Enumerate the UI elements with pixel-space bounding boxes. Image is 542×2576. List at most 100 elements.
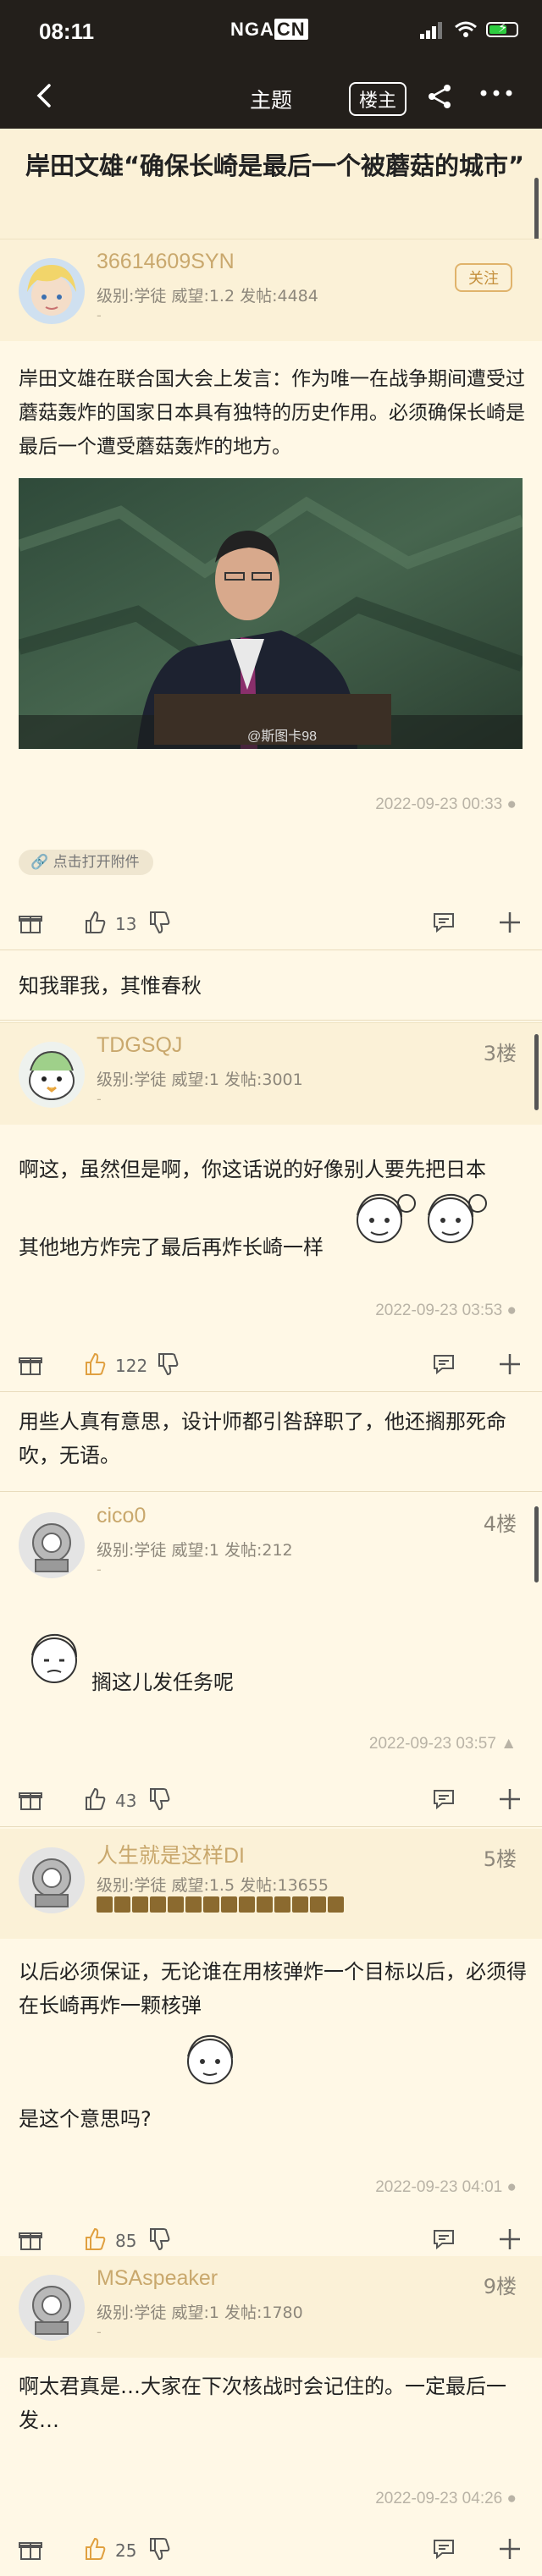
user-signature: - — [97, 1091, 102, 1107]
gift-icon[interactable] — [19, 2227, 42, 2251]
signal-icon — [420, 22, 442, 39]
plus-icon[interactable] — [498, 2537, 522, 2561]
post-text: 是这个意思吗? — [19, 2107, 152, 2131]
like-count: 85 — [115, 2231, 137, 2251]
like-count: 122 — [115, 1356, 148, 1376]
comment-icon[interactable] — [432, 2537, 456, 2561]
user-meta: 级别:学徒 威望:1 发帖:3001 — [97, 1071, 303, 1089]
post4-action-row: 43 — [0, 1774, 542, 1826]
more-icon[interactable] — [479, 89, 513, 97]
timestamp-text: 2022-09-23 03:53 — [375, 1302, 503, 1319]
apple-device-icon: ● — [506, 1302, 517, 1319]
image-watermark: @斯图卡98 — [247, 729, 317, 744]
plus-icon[interactable] — [498, 2227, 522, 2251]
post9-action-row: 25 — [0, 2524, 542, 2576]
user-signature: - — [97, 2324, 102, 2340]
comment-icon[interactable] — [432, 911, 456, 934]
sticker-image — [187, 2034, 233, 2084]
scrollbar[interactable] — [534, 1506, 539, 1582]
comment-icon[interactable] — [432, 1787, 456, 1811]
thread-title: 岸田文雄“确保长崎是最后一个被蘑菇的城市” — [25, 151, 525, 180]
plus-icon[interactable] — [498, 1787, 522, 1811]
thumbs-up-icon[interactable] — [83, 1787, 107, 1811]
paperclip-icon: 🔗 — [30, 854, 49, 871]
thumbs-down-icon[interactable] — [147, 911, 171, 934]
avatar[interactable] — [19, 1847, 85, 1913]
post-image[interactable]: @斯图卡98 — [19, 478, 523, 749]
status-bar: 08:11 NGA CN ⚡ — [0, 0, 542, 63]
thumbs-down-icon[interactable] — [147, 2227, 171, 2251]
username[interactable]: cico0 — [97, 1504, 146, 1528]
comment-icon[interactable] — [432, 1352, 456, 1376]
post3-action-row: 122 — [0, 1339, 542, 1391]
plus-icon[interactable] — [498, 1352, 522, 1376]
user-meta: 级别:学徒 威望:1 发帖:212 — [97, 1541, 293, 1560]
brand-cn: CN — [274, 19, 308, 40]
avatar[interactable] — [19, 2275, 85, 2341]
gift-icon[interactable] — [19, 1787, 42, 1811]
thumbs-up-icon-active[interactable] — [83, 1352, 107, 1376]
gift-icon[interactable] — [19, 1352, 42, 1376]
post-text: 以后必须保证，无论谁在用核弹炸一个目标以后，必须得在长崎再炸一颗核弹 — [19, 1960, 527, 2017]
avatar[interactable] — [19, 1042, 85, 1108]
post-timestamp: 2022-09-23 04:26 ● — [375, 2490, 517, 2508]
comment-text: 知我罪我，其惟春秋 — [19, 974, 202, 998]
post3-author-row: TDGSQJ 级别:学徒 威望:1 发帖:3001 - 3楼 — [0, 1022, 542, 1125]
floor-number: 9楼 — [483, 2275, 517, 2298]
thumbs-down-icon[interactable] — [156, 1352, 180, 1376]
post4-author-row: cico0 级别:学徒 威望:1 发帖:212 - 4楼 — [0, 1494, 542, 1595]
user-meta: 级别:学徒 威望:1 发帖:1780 — [97, 2304, 303, 2322]
post-text: 啊太君真是…大家在下次核战时会记住的。一定最后一发… — [19, 2375, 506, 2432]
gift-icon[interactable] — [19, 911, 42, 934]
post-timestamp: 2022-09-23 03:57 ▲ — [369, 1735, 517, 1753]
username[interactable]: 36614609SYN — [97, 250, 235, 274]
username[interactable]: MSAspeaker — [97, 2266, 218, 2291]
follow-button[interactable]: 关注 — [455, 263, 512, 292]
comment-icon[interactable] — [432, 2227, 456, 2251]
timestamp-text: 2022-09-23 04:26 — [375, 2490, 503, 2507]
attachment-label: 点击打开附件 — [53, 854, 140, 871]
divider — [0, 1391, 542, 1392]
user-badges — [97, 1896, 346, 1916]
thumbs-up-icon-active[interactable] — [83, 2537, 107, 2561]
apple-device-icon: ● — [506, 2490, 517, 2507]
plus-icon[interactable] — [498, 911, 522, 934]
post-timestamp: 2022-09-23 00:33 ● — [375, 795, 517, 814]
thread-title-area: 岸田文雄“确保长崎是最后一个被蘑菇的城市” — [0, 129, 542, 239]
brand-logo: NGA CN — [230, 19, 308, 41]
post-timestamp: 2022-09-23 03:53 ● — [375, 1302, 517, 1320]
divider — [0, 1491, 542, 1492]
user-meta: 级别:学徒 威望:1.5 发帖:13655 — [97, 1876, 329, 1895]
apple-device-icon: ● — [506, 2178, 517, 2196]
attachment-button[interactable]: 🔗 点击打开附件 — [19, 850, 153, 875]
floor-number: 5楼 — [483, 1847, 517, 1871]
username[interactable]: TDGSQJ — [97, 1033, 182, 1058]
post-text: 啊这，虽然但是啊，你这话说的好像别人要先把日本 — [19, 1158, 486, 1181]
thumbs-down-icon[interactable] — [147, 1787, 171, 1811]
avatar[interactable] — [19, 1512, 85, 1578]
user-meta: 级别:学徒 威望:1.2 发帖:4484 — [97, 287, 318, 305]
android-device-icon: ▲ — [501, 1735, 517, 1753]
comment-text: 用些人真有意思，设计师都引咎辞职了，他还搁那死命吹，无语。 — [19, 1410, 506, 1467]
thumbs-up-icon[interactable] — [83, 911, 107, 934]
post9-author-row: MSAspeaker 级别:学徒 威望:1 发帖:1780 - 9楼 — [0, 2256, 542, 2358]
timestamp-text: 2022-09-23 00:33 — [375, 795, 503, 813]
gift-icon[interactable] — [19, 2537, 42, 2561]
divider — [0, 949, 542, 950]
share-icon[interactable] — [425, 84, 454, 109]
avatar[interactable] — [19, 258, 85, 324]
louzhu-button[interactable]: 楼主 — [349, 82, 407, 116]
timestamp-text: 2022-09-23 03:57 — [368, 1735, 496, 1753]
thumbs-up-icon-active[interactable] — [83, 2227, 107, 2251]
status-time: 08:11 — [39, 19, 95, 44]
username[interactable]: 人生就是这样DI — [97, 1839, 245, 1869]
battery-icon: ⚡ — [486, 19, 518, 37]
scrollbar[interactable] — [534, 1034, 539, 1110]
timestamp-text: 2022-09-23 04:01 — [375, 2178, 503, 2196]
brand-text: NGA — [230, 19, 274, 40]
user-signature: - — [97, 1561, 102, 1577]
thumbs-down-icon[interactable] — [147, 2537, 171, 2561]
like-count: 13 — [115, 914, 137, 934]
sticker-image — [428, 1193, 487, 1243]
sticker-image — [357, 1193, 416, 1243]
